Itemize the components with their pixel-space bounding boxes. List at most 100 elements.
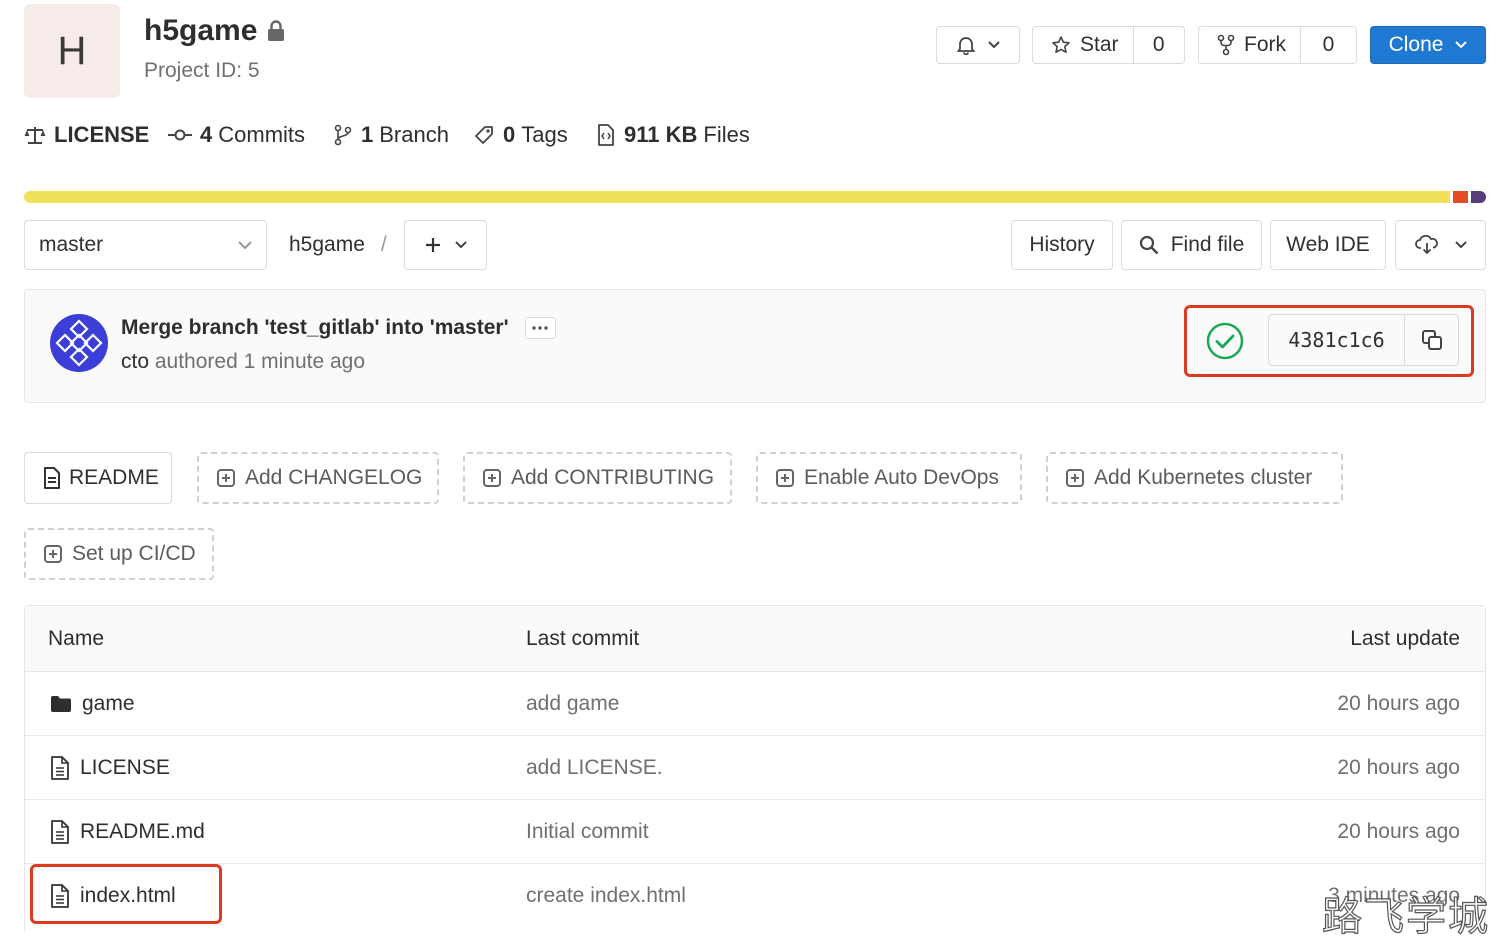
last-update-time: 20 hours ago — [1337, 692, 1460, 715]
bell-icon — [956, 35, 976, 55]
stat-files-label: Files — [703, 122, 750, 147]
chevron-down-icon — [454, 241, 467, 249]
last-commit-message[interactable]: Initial commit — [526, 800, 649, 864]
breadcrumb-root[interactable]: h5game — [289, 233, 365, 257]
add-kubernetes-cluster-label: Add Kubernetes cluster — [1094, 466, 1313, 489]
add-contributing-label: Add CONTRIBUTING — [511, 466, 715, 489]
table-row[interactable]: game add game 20 hours ago — [24, 671, 1486, 735]
last-commit-message[interactable]: add game — [526, 672, 619, 736]
commit-sha[interactable]: 4381c1c6 — [1269, 315, 1405, 365]
language-segment[interactable] — [1471, 191, 1486, 203]
history-button[interactable]: History — [1011, 220, 1113, 270]
language-segment[interactable] — [1453, 191, 1468, 203]
table-row[interactable]: LICENSE add LICENSE. 20 hours ago — [24, 735, 1486, 799]
commit-sha-group: 4381c1c6 — [1268, 314, 1459, 366]
web-ide-label: Web IDE — [1286, 233, 1370, 256]
copy-sha-button[interactable] — [1405, 329, 1458, 351]
file-icon — [50, 756, 70, 780]
commit-icon — [168, 128, 192, 142]
fork-label: Fork — [1244, 33, 1286, 56]
last-update-time: 20 hours ago — [1337, 756, 1460, 779]
branch-icon — [334, 124, 352, 146]
commit-expand-button[interactable] — [524, 317, 556, 339]
download-dropdown[interactable] — [1395, 220, 1486, 270]
setup-cicd-button[interactable]: Set up CI/CD — [24, 528, 214, 580]
branch-selector[interactable]: master — [24, 220, 267, 270]
add-changelog-button[interactable]: Add CHANGELOG — [197, 452, 439, 504]
chevron-down-icon — [1455, 41, 1468, 49]
file-name-cell[interactable]: README.md — [50, 800, 205, 864]
notification-dropdown[interactable] — [936, 26, 1020, 64]
fork-button-group: Fork 0 — [1198, 26, 1357, 64]
fork-button[interactable]: Fork — [1199, 27, 1301, 63]
breadcrumb-separator: / — [380, 233, 387, 256]
pipeline-status[interactable] — [1206, 322, 1244, 360]
stat-commits[interactable]: 4 Commits — [168, 122, 305, 148]
search-icon — [1139, 235, 1159, 255]
repository-languages-bar — [24, 191, 1486, 203]
plus-square-icon — [1066, 469, 1084, 487]
commit-message[interactable]: Merge branch 'test_gitlab' into 'master' — [121, 316, 509, 340]
file-archive-icon — [597, 124, 615, 146]
last-commit-message[interactable]: create index.html — [526, 864, 686, 928]
stat-license[interactable]: LICENSE — [24, 122, 149, 148]
lock-icon — [267, 20, 285, 42]
project-id: Project ID: 5 — [144, 59, 260, 82]
language-segment[interactable] — [24, 191, 1450, 203]
star-label: Star — [1080, 33, 1119, 56]
clone-label: Clone — [1388, 33, 1444, 56]
file-name: README.md — [80, 820, 205, 843]
file-text-icon — [43, 467, 61, 489]
clone-button[interactable]: Clone — [1370, 26, 1486, 64]
project-name[interactable]: h5game — [144, 14, 257, 48]
add-kubernetes-cluster-button[interactable]: Add Kubernetes cluster — [1046, 452, 1343, 504]
chevron-down-icon — [988, 41, 1000, 49]
chevron-down-icon — [1454, 241, 1467, 249]
setup-cicd-label: Set up CI/CD — [72, 542, 196, 565]
author-avatar[interactable] — [49, 313, 109, 378]
column-last-update-header: Last update — [1350, 626, 1460, 650]
file-name-cell[interactable]: game — [50, 672, 135, 736]
branch-selector-value: master — [39, 233, 104, 256]
table-row[interactable]: index.html create index.html 3 minutes a… — [24, 863, 1486, 927]
commit-meta: cto authored 1 minute ago — [121, 350, 365, 374]
star-count[interactable]: 0 — [1134, 33, 1184, 57]
stat-tags-count: 0 — [503, 122, 516, 147]
plus-square-icon — [776, 469, 794, 487]
file-table-header: Name Last commit Last update — [25, 606, 1485, 671]
copy-icon — [1421, 329, 1443, 351]
file-highlight-box — [30, 864, 222, 924]
star-button[interactable]: Star — [1033, 27, 1134, 63]
fork-count[interactable]: 0 — [1301, 33, 1356, 57]
find-file-button[interactable]: Find file — [1121, 220, 1262, 270]
stat-tags-label: Tags — [521, 122, 568, 147]
readme-button[interactable]: README — [24, 452, 172, 504]
tag-icon — [474, 125, 494, 145]
stat-commits-count: 4 — [200, 122, 213, 147]
plus-square-icon — [483, 469, 501, 487]
star-button-group: Star 0 — [1032, 26, 1185, 64]
commit-author[interactable]: cto — [121, 350, 149, 373]
table-row[interactable]: README.md Initial commit 20 hours ago — [24, 799, 1486, 863]
star-icon — [1051, 35, 1071, 55]
web-ide-button[interactable]: Web IDE — [1270, 220, 1386, 270]
last-update-time: 20 hours ago — [1337, 820, 1460, 843]
commit-authored-time: authored 1 minute ago — [154, 350, 366, 373]
plus-square-icon — [44, 545, 62, 563]
find-file-label: Find file — [1170, 233, 1245, 256]
stat-files[interactable]: 911 KB Files — [597, 122, 750, 148]
add-contributing-button[interactable]: Add CONTRIBUTING — [463, 452, 732, 504]
stat-commits-label: Commits — [218, 122, 306, 147]
column-last-commit-header: Last commit — [526, 626, 640, 650]
stat-branches[interactable]: 1 Branch — [334, 122, 449, 148]
plus-square-icon — [217, 469, 235, 487]
stat-tags[interactable]: 0 Tags — [474, 122, 568, 148]
enable-auto-devops-button[interactable]: Enable Auto DevOps — [756, 452, 1022, 504]
project-title: h5game — [144, 14, 285, 48]
enable-auto-devops-label: Enable Auto DevOps — [804, 466, 999, 489]
file-name-cell[interactable]: LICENSE — [50, 736, 170, 800]
file-name: LICENSE — [80, 756, 170, 779]
last-commit-message[interactable]: add LICENSE. — [526, 736, 663, 800]
add-to-tree-dropdown[interactable] — [404, 220, 487, 270]
plus-icon — [425, 237, 441, 253]
